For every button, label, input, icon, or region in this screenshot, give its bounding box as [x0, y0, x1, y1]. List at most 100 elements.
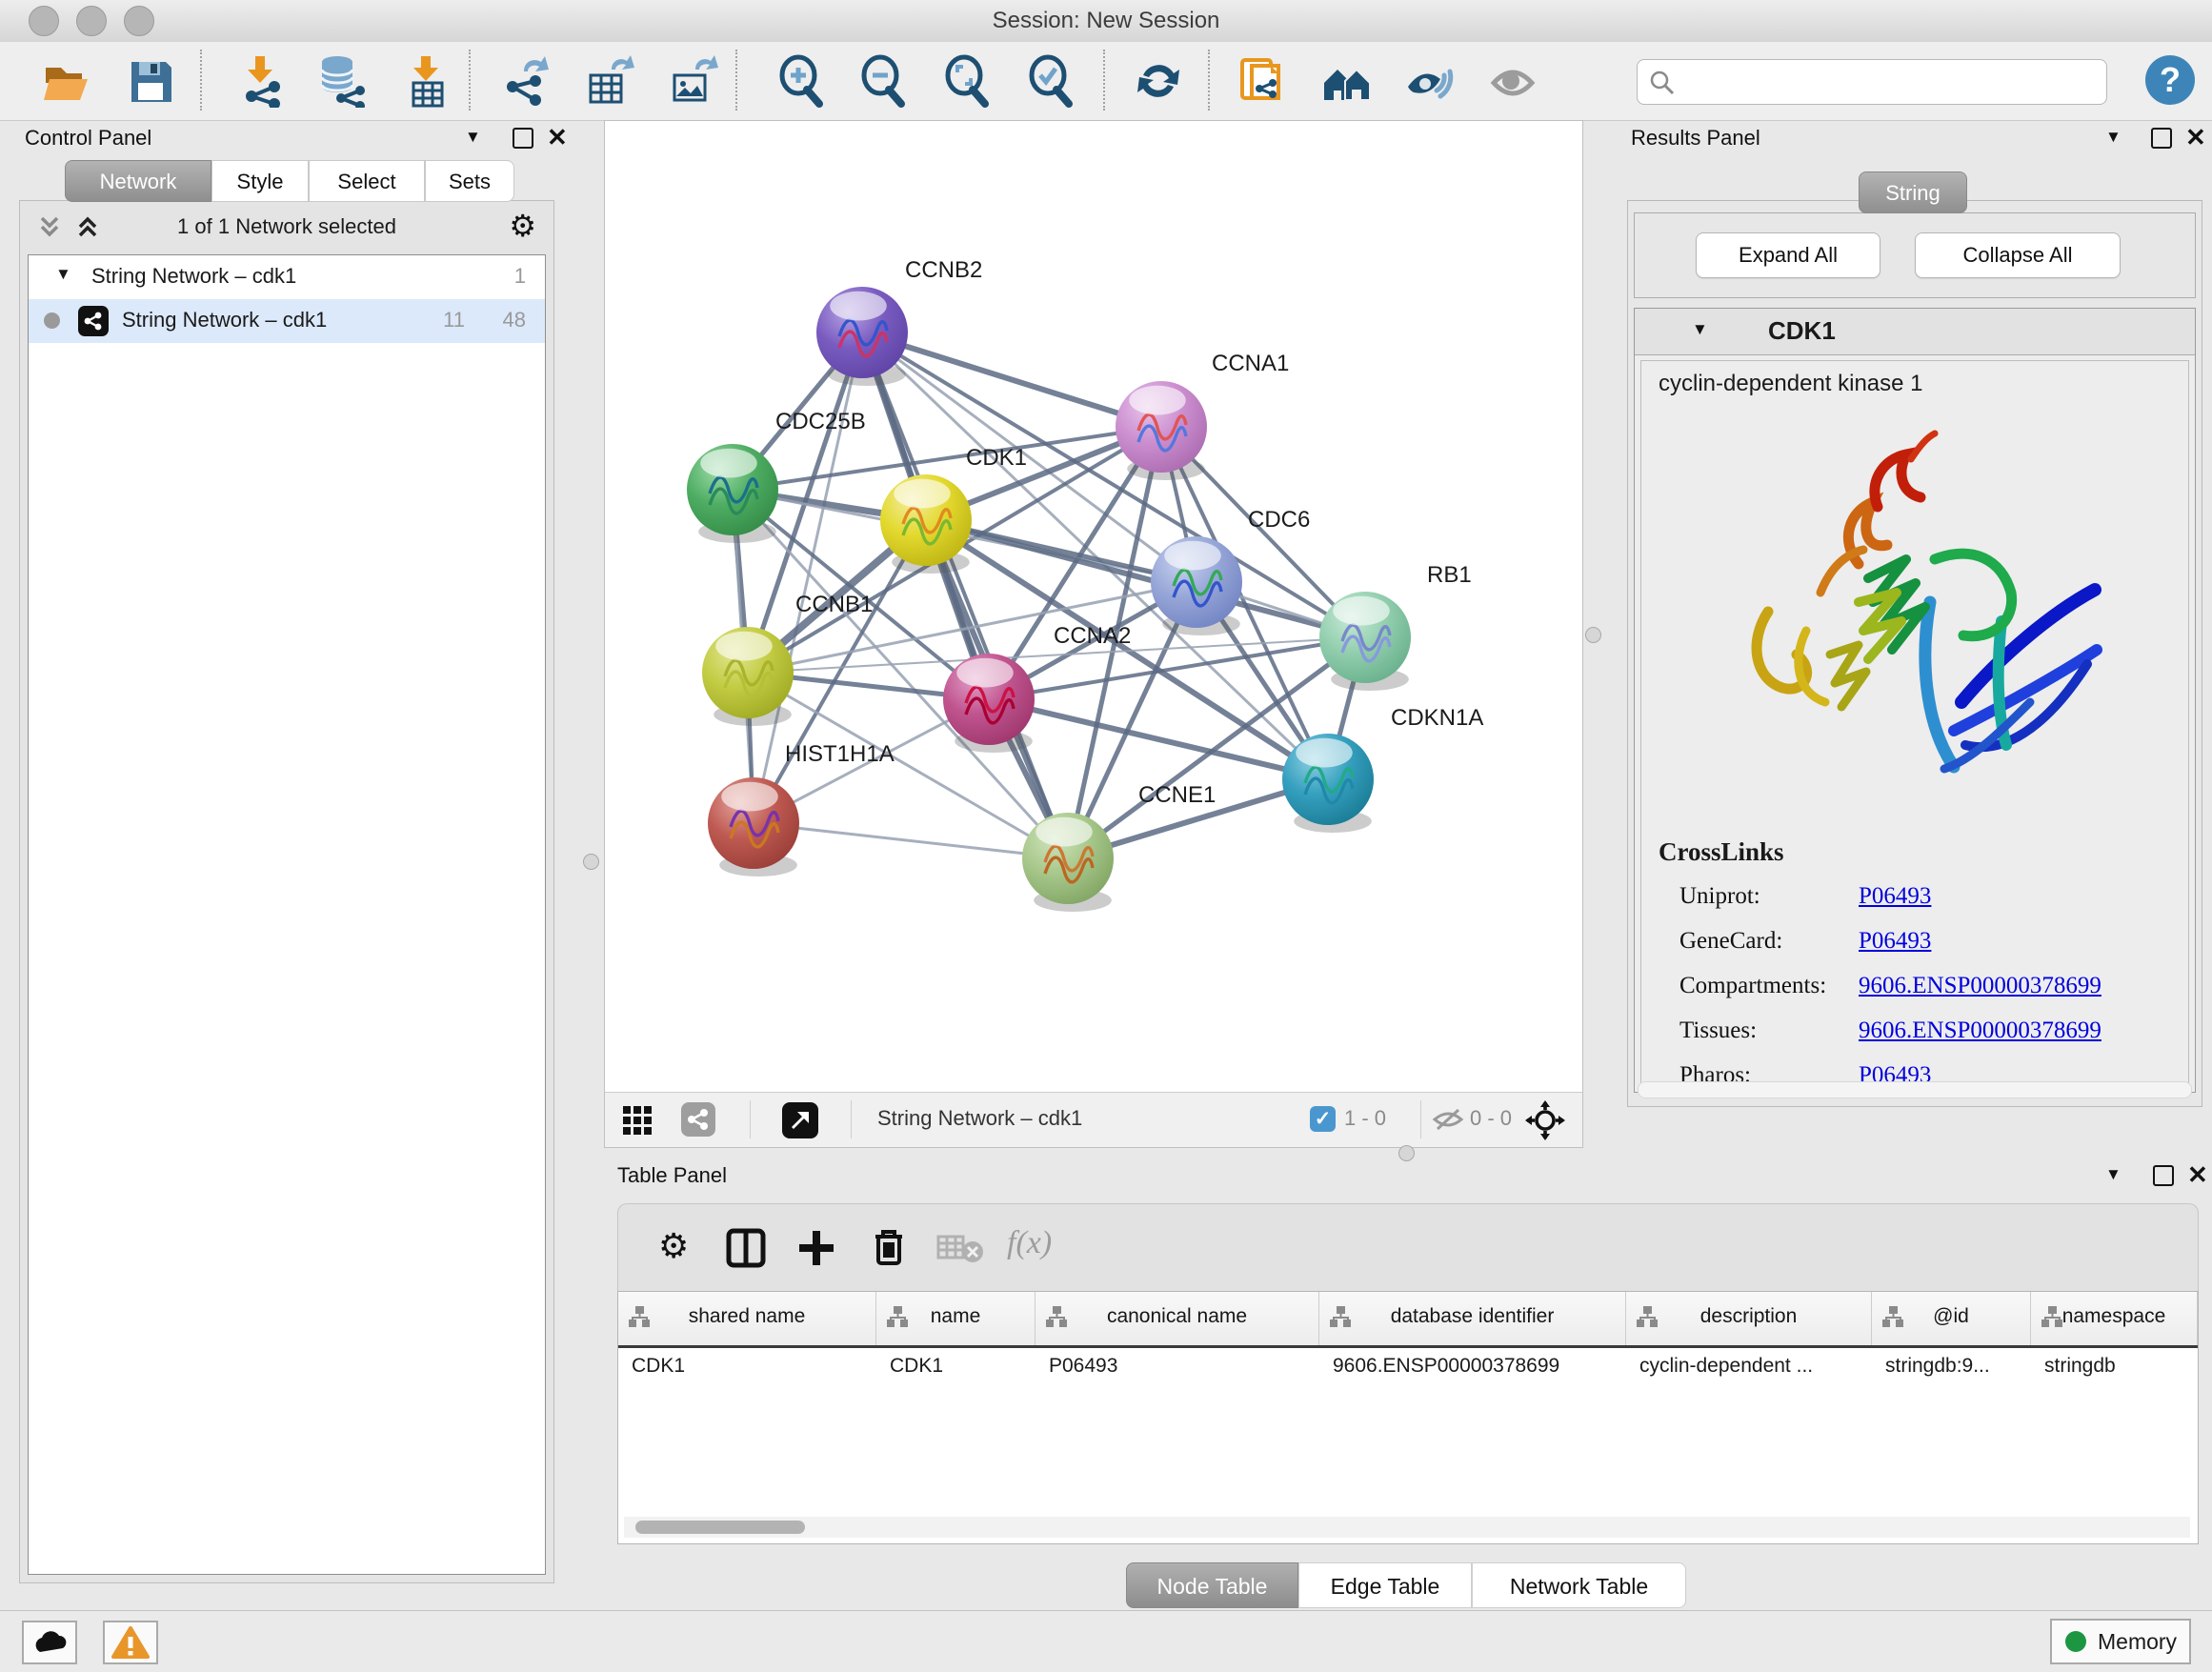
- network-node-cdk1[interactable]: [880, 474, 972, 574]
- help-button[interactable]: ?: [2145, 55, 2195, 105]
- network-node-ccnb2[interactable]: [816, 287, 908, 386]
- network-collection-row[interactable]: ▼ String Network – cdk1 1: [29, 255, 545, 299]
- tab-network-table[interactable]: Network Table: [1472, 1562, 1686, 1608]
- network-node-hist1h1a[interactable]: [708, 777, 799, 876]
- tab-string[interactable]: String: [1859, 171, 1967, 213]
- warnings-button[interactable]: [103, 1621, 158, 1664]
- left-splitter-handle[interactable]: [583, 854, 599, 870]
- export-table-icon[interactable]: [583, 54, 636, 108]
- results-panel-menu-icon[interactable]: ▼: [2105, 128, 2122, 147]
- table-hscrollbar-thumb[interactable]: [635, 1521, 805, 1534]
- network-edge[interactable]: [754, 823, 1068, 858]
- network-node-cdc6[interactable]: [1151, 536, 1242, 635]
- control-panel-close-icon[interactable]: ✕: [547, 128, 568, 147]
- zoom-fit-icon[interactable]: [941, 54, 995, 108]
- network-options-gear-icon[interactable]: ⚙: [509, 211, 536, 241]
- table-cell[interactable]: CDK1: [876, 1345, 1036, 1389]
- memory-button[interactable]: Memory: [2050, 1619, 2191, 1664]
- table-panel-close-icon[interactable]: ✕: [2187, 1165, 2208, 1184]
- zoom-selected-icon[interactable]: [1025, 54, 1078, 108]
- grid-view-icon[interactable]: [622, 1105, 653, 1140]
- crosslink-link[interactable]: 9606.ENSP00000378699: [1859, 973, 2101, 999]
- column-header--id[interactable]: @id: [1872, 1292, 2031, 1345]
- import-table-icon[interactable]: [400, 54, 453, 108]
- table-cell[interactable]: CDK1: [618, 1345, 876, 1389]
- table-panel-menu-icon[interactable]: ▼: [2105, 1165, 2122, 1184]
- network-edge[interactable]: [862, 332, 1161, 427]
- right-splitter-handle[interactable]: [1585, 627, 1601, 643]
- import-network-file-icon[interactable]: [234, 54, 288, 108]
- table-cell[interactable]: stringdb: [2031, 1345, 2198, 1389]
- search-input[interactable]: [1679, 64, 2093, 100]
- network-from-selection-icon[interactable]: [1237, 54, 1290, 108]
- tab-network[interactable]: Network: [65, 160, 211, 202]
- tab-node-table[interactable]: Node Table: [1126, 1562, 1298, 1608]
- fit-content-crosshair-icon[interactable]: [1525, 1100, 1565, 1145]
- network-edge[interactable]: [926, 520, 1365, 637]
- column-header-name[interactable]: name: [876, 1292, 1036, 1345]
- results-panel-close-icon[interactable]: ✕: [2185, 128, 2206, 147]
- gene-collapse-icon[interactable]: ▼: [1692, 320, 1708, 339]
- tab-select[interactable]: Select: [309, 160, 425, 202]
- tab-style[interactable]: Style: [211, 160, 309, 202]
- tab-edge-table[interactable]: Edge Table: [1298, 1562, 1472, 1608]
- delete-table-icon[interactable]: [936, 1233, 986, 1270]
- zoom-in-icon[interactable]: [775, 54, 829, 108]
- column-header-namespace[interactable]: namespace: [2031, 1292, 2198, 1345]
- open-session-icon[interactable]: [40, 54, 93, 108]
- tab-sets[interactable]: Sets: [425, 160, 514, 202]
- network-node-cdc25b[interactable]: [687, 444, 778, 543]
- column-header-canonical-name[interactable]: canonical name: [1036, 1292, 1319, 1345]
- network-row[interactable]: String Network – cdk1 11 48: [29, 299, 545, 343]
- network-node-ccnb1[interactable]: [702, 627, 794, 726]
- show-all-icon[interactable]: [1486, 54, 1539, 108]
- results-hscrollbar[interactable]: [1638, 1081, 2192, 1098]
- delete-column-icon[interactable]: [868, 1225, 910, 1274]
- collapse-all-button[interactable]: Collapse All: [1915, 232, 2121, 278]
- birds-eye-view-icon[interactable]: [782, 1102, 818, 1138]
- crosslink-link[interactable]: 9606.ENSP00000378699: [1859, 1017, 2101, 1044]
- hidden-items-eye-icon: [1432, 1106, 1464, 1138]
- network-node-ccna2[interactable]: [943, 654, 1035, 753]
- selected-nodes-checkbox-icon[interactable]: ✓: [1310, 1106, 1336, 1132]
- import-network-database-icon[interactable]: [314, 54, 368, 108]
- add-column-icon[interactable]: [795, 1227, 837, 1274]
- hide-selected-icon[interactable]: [1402, 54, 1456, 108]
- zoom-out-icon[interactable]: [857, 54, 911, 108]
- table-row[interactable]: CDK1CDK1P064939606.ENSP00000378699cyclin…: [618, 1345, 2198, 1389]
- network-canvas[interactable]: CCNB2CCNA1CDC25BCDK1CDC6RB1CCNB1CCNA2CDK…: [605, 121, 1582, 1093]
- expand-all-button[interactable]: Expand All: [1696, 232, 1880, 278]
- table-cell[interactable]: stringdb:9...: [1872, 1345, 2031, 1389]
- table-options-gear-icon[interactable]: ⚙: [658, 1231, 689, 1261]
- network-node-rb1[interactable]: [1319, 592, 1411, 691]
- export-image-icon[interactable]: [667, 54, 720, 108]
- control-panel-menu-icon[interactable]: ▼: [465, 128, 481, 147]
- show-columns-icon[interactable]: [725, 1227, 767, 1274]
- function-builder-icon[interactable]: f(x): [1007, 1225, 1052, 1261]
- network-view-type-icon[interactable]: [681, 1102, 715, 1137]
- table-hscrollbar[interactable]: [624, 1517, 2190, 1538]
- network-node-ccne1[interactable]: [1022, 813, 1114, 912]
- column-header-description[interactable]: description: [1626, 1292, 1872, 1345]
- table-panel-float-icon[interactable]: [2153, 1165, 2174, 1186]
- apply-layout-icon[interactable]: [1132, 54, 1185, 108]
- table-cell[interactable]: cyclin-dependent ...: [1626, 1345, 1872, 1389]
- gene-section-header[interactable]: ▼ CDK1: [1635, 309, 2195, 355]
- column-header-database-identifier[interactable]: database identifier: [1319, 1292, 1626, 1345]
- table-cell[interactable]: 9606.ENSP00000378699: [1319, 1345, 1626, 1389]
- crosslink-link[interactable]: P06493: [1859, 883, 1931, 910]
- save-session-icon[interactable]: [124, 54, 177, 108]
- export-network-icon[interactable]: [499, 54, 553, 108]
- cloud-button[interactable]: [22, 1621, 77, 1664]
- column-header-shared-name[interactable]: shared name: [618, 1292, 876, 1345]
- network-node-ccna1[interactable]: [1116, 381, 1207, 480]
- network-node-cdkn1a[interactable]: [1282, 734, 1374, 833]
- search-field[interactable]: [1637, 59, 2107, 105]
- crosslink-link[interactable]: P06493: [1859, 928, 1931, 955]
- table-cell[interactable]: P06493: [1036, 1345, 1319, 1389]
- houses-icon[interactable]: [1320, 54, 1374, 108]
- control-panel-float-icon[interactable]: [513, 128, 533, 149]
- results-panel-float-icon[interactable]: [2151, 128, 2172, 149]
- collection-expand-icon[interactable]: ▼: [55, 265, 71, 284]
- network-edge[interactable]: [989, 699, 1328, 779]
